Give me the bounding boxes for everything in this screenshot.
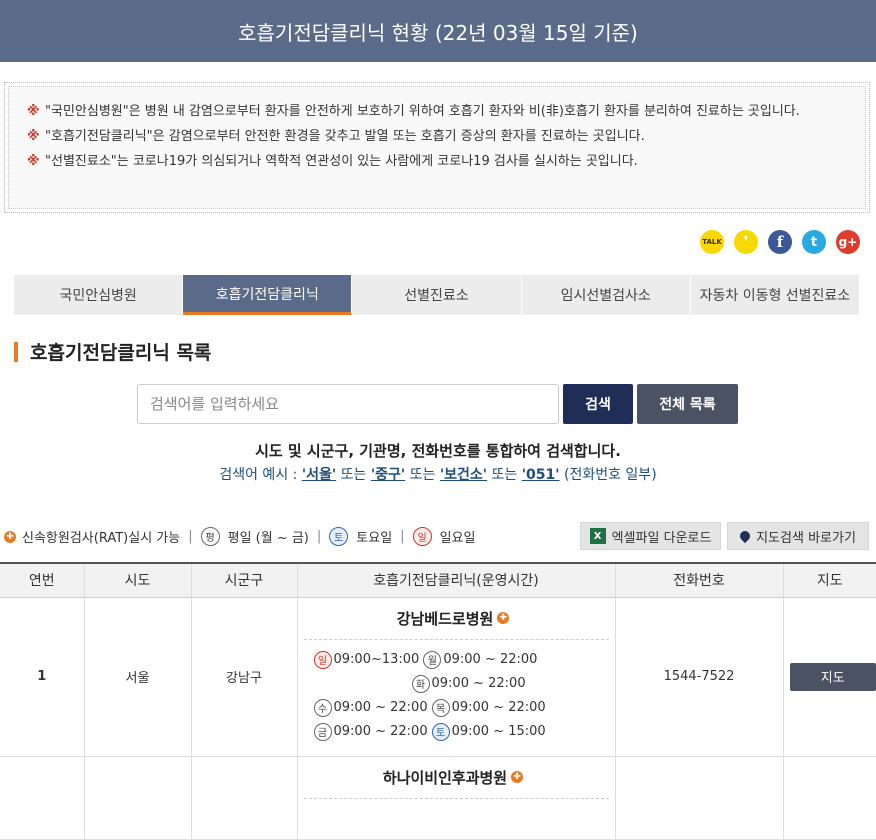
thursday-icon: 목	[431, 698, 450, 717]
kakaostory-icon[interactable]: ❜	[734, 230, 758, 254]
example-junggu-link[interactable]: '중구'	[371, 467, 405, 483]
example-phone-link[interactable]: '051'	[522, 467, 560, 483]
saturday-icon: 토	[431, 722, 450, 741]
cell-no: 1	[0, 597, 85, 757]
map-search-button[interactable]: 지도검색 바로가기	[727, 522, 869, 550]
rat-available-icon: ✚	[497, 612, 510, 624]
header-phone: 전화번호	[615, 562, 784, 598]
friday-icon: 금	[313, 722, 332, 741]
all-list-button[interactable]: 전체 목록	[637, 384, 738, 424]
tab-drive-thru-screening[interactable]: 자동차 이동형 선별진료소	[690, 275, 861, 315]
map-button[interactable]: 지도	[789, 662, 876, 691]
cell-sido: 서울	[84, 597, 192, 757]
hours-row: 수 09:00 ~ 22:00 목 09:00 ~ 22:00	[298, 696, 615, 720]
operating-hours: 일 09:00~13:00 월 09:00 ~ 22:00 화 09:00 ~ …	[298, 640, 615, 756]
hours-row: 화 09:00 ~ 22:00	[314, 672, 615, 696]
hours-row: 금 09:00 ~ 22:00 토 09:00 ~ 15:00	[313, 720, 615, 744]
sunday-icon: 일	[313, 650, 332, 669]
legend: ✚ 신속항원검사(RAT)실시 가능 | 평 평일 (월 ~ 금) | 토 토요…	[4, 527, 475, 546]
kakaotalk-icon[interactable]: TALK	[700, 230, 724, 254]
sns-share-bar: TALK ❜ f t g+	[700, 230, 860, 254]
cell-phone: 1544-7522	[615, 597, 784, 757]
excel-download-button[interactable]: X 엑셀파일 다운로드	[580, 522, 721, 550]
search-example: 검색어 예시 : '서울' 또는 '중구' 또는 '보건소' 또는 '051' …	[219, 467, 657, 483]
notice-item: ※ "호흡기전담클리닉"은 감염으로부터 안전한 환경을 갖추고 발열 또는 호…	[27, 126, 847, 148]
reference-mark-icon: ※	[27, 104, 40, 119]
example-health-center-link[interactable]: '보건소'	[440, 467, 487, 483]
tab-safe-hospital[interactable]: 국민안심병원	[14, 275, 184, 315]
header-sigungu: 시군구	[191, 562, 298, 598]
header-sido: 시도	[84, 562, 192, 598]
example-seoul-link[interactable]: '서울'	[302, 467, 336, 483]
header-clinic: 호흡기전담클리닉(운영시간)	[297, 562, 616, 598]
facebook-icon[interactable]: f	[768, 230, 792, 254]
clinic-name[interactable]: 강남베드로병원 ✚	[303, 598, 609, 640]
page-header: 호흡기전담클리닉 현황 (22년 03월 15일 기준)	[0, 0, 876, 62]
tab-screening-center[interactable]: 선별진료소	[352, 275, 522, 315]
sunday-icon: 일	[412, 527, 432, 546]
rat-available-icon: ✚	[511, 771, 524, 783]
table-header-row: 연번 시도 시군구 호흡기전담클리닉(운영시간) 전화번호 지도	[0, 562, 876, 598]
header-no: 연번	[0, 562, 85, 598]
twitter-icon[interactable]: t	[802, 230, 826, 254]
page-title: 호흡기전담클리닉 현황 (22년 03월 15일 기준)	[238, 20, 638, 45]
notice-box: ※ "국민안심병원"은 병원 내 감염으로부터 환자를 안전하게 보호하기 위하…	[4, 82, 870, 213]
clinic-name[interactable]: 하나이비인후과병원 ✚	[303, 757, 609, 799]
saturday-icon: 토	[329, 527, 349, 546]
rat-available-icon: ✚	[4, 530, 16, 543]
hours-row: 일 09:00~13:00 월 09:00 ~ 22:00	[313, 648, 615, 672]
cell-sigungu: 강남구	[191, 597, 298, 757]
notice-item: ※ "국민안심병원"은 병원 내 감염으로부터 환자를 안전하게 보호하기 위하…	[27, 101, 847, 123]
table-row: 1 서울 강남구 강남베드로병원 ✚ 일 09:00~13:00 월 09:00…	[0, 597, 876, 757]
search-button[interactable]: 검색	[563, 384, 633, 424]
cell-clinic: 강남베드로병원 ✚ 일 09:00~13:00 월 09:00 ~ 22:00 …	[297, 597, 616, 757]
header-map: 지도	[783, 562, 876, 598]
tuesday-icon: 화	[411, 674, 430, 693]
search-input[interactable]	[137, 384, 559, 424]
title-accent-bar	[14, 341, 18, 362]
map-pin-icon	[738, 528, 753, 544]
tab-temporary-screening[interactable]: 임시선별검사소	[521, 275, 691, 315]
section-title: 호흡기전담클리닉 목록	[14, 338, 211, 365]
category-tabs: 국민안심병원 호흡기전담클리닉 선별진료소 임시선별검사소 자동차 이동형 선별…	[14, 275, 861, 315]
tab-respiratory-clinic[interactable]: 호흡기전담클리닉	[183, 275, 353, 315]
notice-item: ※ "선별진료소"는 코로나19가 의심되거나 역학적 연관성이 있는 사람에게…	[27, 151, 847, 173]
google-plus-icon[interactable]: g+	[836, 230, 860, 254]
weekday-icon: 평	[200, 527, 220, 546]
search-description: 시도 및 시군구, 기관명, 전화번호를 통합하여 검색합니다.	[255, 442, 621, 460]
wednesday-icon: 수	[313, 698, 332, 717]
monday-icon: 월	[423, 650, 442, 669]
reference-mark-icon: ※	[27, 154, 40, 169]
reference-mark-icon: ※	[27, 129, 40, 144]
excel-icon: X	[589, 528, 606, 544]
cell-map: 지도	[783, 597, 876, 757]
